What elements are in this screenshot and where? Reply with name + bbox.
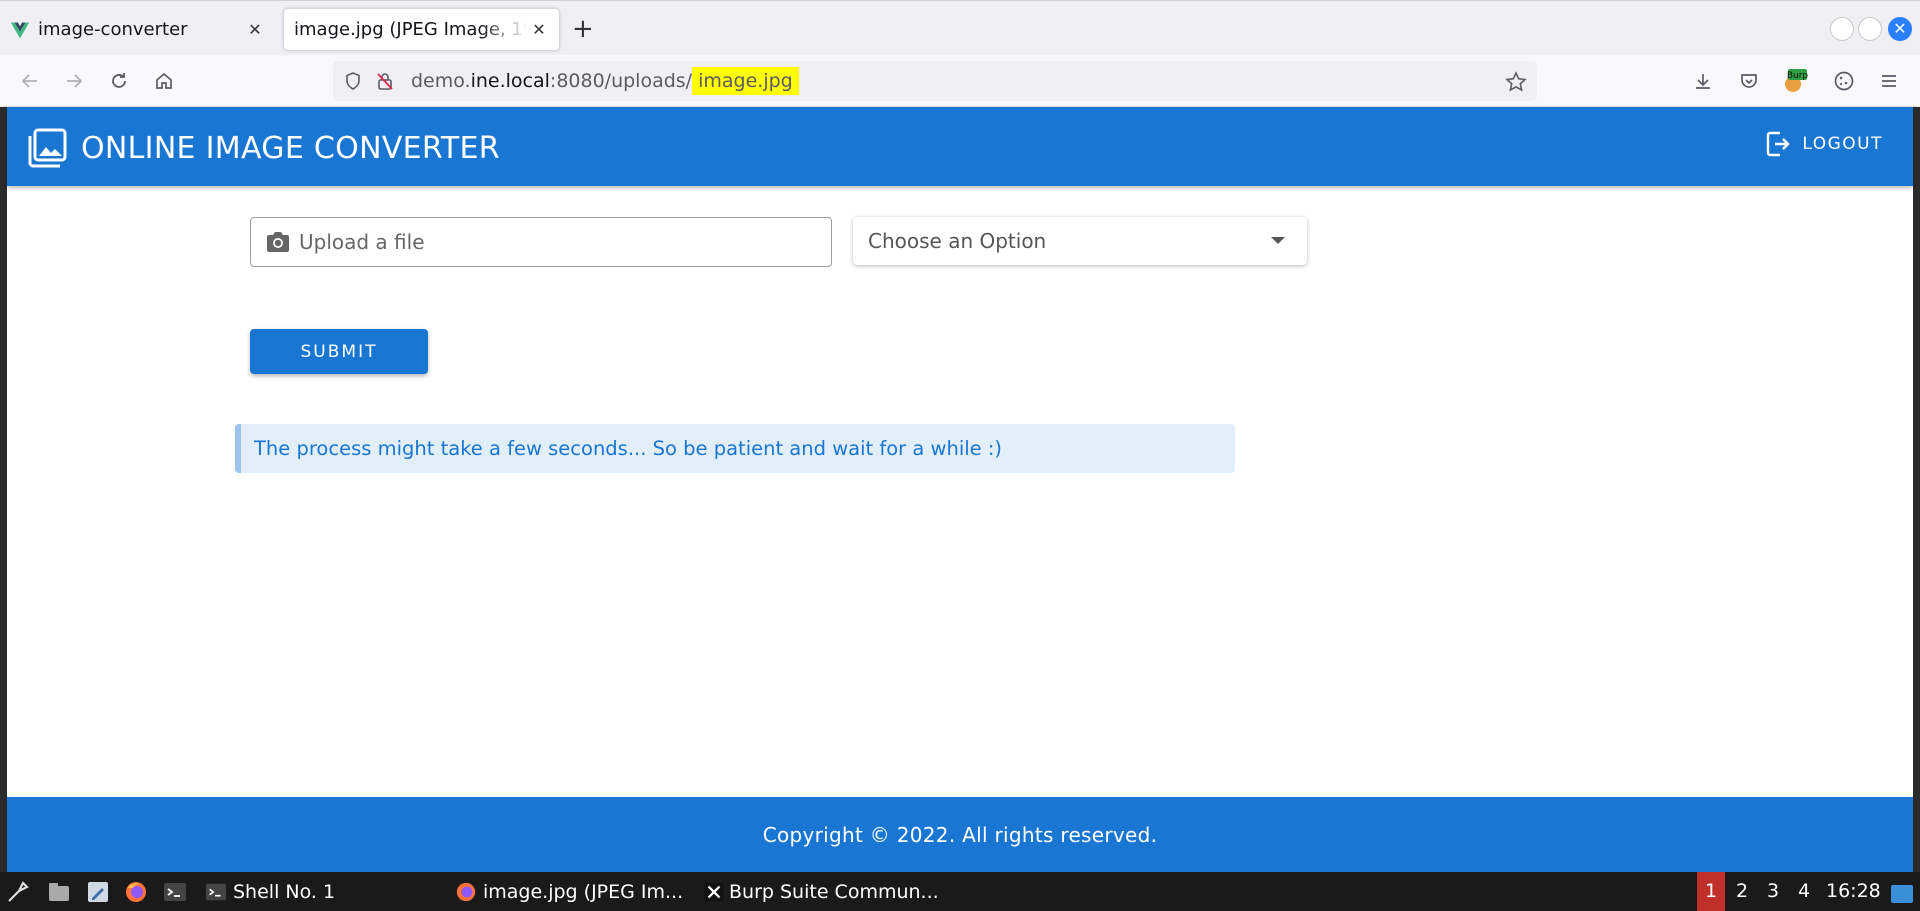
tab-close-icon[interactable]: ✕: [243, 20, 267, 39]
footer-copyright: Copyright © 2022. All rights reserved.: [762, 822, 1158, 847]
taskbar-window-label: image.jpg (JPEG Im...: [483, 880, 684, 903]
notification-icon[interactable]: [1890, 882, 1914, 906]
os-taskbar: Shell No. 1 image.jpg (JPEG Im... Burp S…: [0, 872, 1920, 911]
pocket-button[interactable]: [1733, 65, 1765, 97]
taskbar-window-shell[interactable]: Shell No. 1: [205, 872, 335, 911]
bookmark-star-icon[interactable]: [1505, 71, 1527, 93]
file-upload-input[interactable]: Upload a file: [250, 217, 832, 267]
workspace-3[interactable]: 3: [1759, 872, 1787, 911]
tab-label: image.jpg (JPEG Image, 1920 × 1080 pixel…: [294, 19, 527, 40]
hamburger-menu-icon: [1882, 75, 1896, 87]
burp-suite-icon: [704, 882, 724, 901]
tab-image-converter[interactable]: image-converter ✕: [0, 8, 275, 51]
url-file: image.jpg: [692, 67, 799, 95]
app-brand: ONLINE IMAGE CONVERTER: [27, 128, 500, 168]
arrow-right-icon: [67, 74, 83, 88]
menu-button[interactable]: [1873, 65, 1905, 97]
burp-badge-text: Burp: [1787, 71, 1808, 81]
taskbar-window-burp[interactable]: Burp Suite Commun...: [703, 872, 939, 911]
page-content: ONLINE IMAGE CONVERTER LOGOUT Upload a f…: [7, 107, 1913, 797]
terminal-icon: [205, 883, 227, 900]
app-bar: ONLINE IMAGE CONVERTER LOGOUT: [7, 107, 1913, 186]
browser-tab-bar: image-converter ✕ image.jpg (JPEG Image,…: [0, 0, 1920, 55]
url-bar[interactable]: demo.ine.local:8080/uploads/image.jpg: [333, 61, 1537, 101]
logout-label: LOGOUT: [1802, 134, 1883, 154]
kali-menu-icon[interactable]: [6, 880, 30, 904]
pocket-icon: [1741, 74, 1757, 88]
downloads-button[interactable]: [1687, 65, 1719, 97]
taskbar-window-firefox[interactable]: image.jpg (JPEG Im...: [455, 872, 683, 911]
new-tab-button[interactable]: +: [572, 14, 594, 44]
format-select[interactable]: Choose an Option: [853, 217, 1307, 265]
url-text: demo.ine.local:8080/uploads/image.jpg: [411, 67, 799, 95]
workspace-1[interactable]: 1: [1697, 872, 1725, 911]
reload-button[interactable]: [103, 65, 135, 97]
taskbar-window-label: Burp Suite Commun...: [729, 880, 939, 903]
home-button[interactable]: [148, 65, 180, 97]
tab-image-jpg[interactable]: image.jpg (JPEG Image, 1920 × 1080 pixel…: [283, 8, 560, 51]
reload-icon: [112, 73, 126, 88]
camera-icon: [267, 232, 289, 252]
firefox-icon[interactable]: [124, 880, 148, 904]
app-title: ONLINE IMAGE CONVERTER: [81, 130, 500, 166]
url-host: ine.local: [470, 70, 550, 92]
workspace-4[interactable]: 4: [1790, 872, 1818, 911]
browser-nav-bar: demo.ine.local:8080/uploads/image.jpg Bu…: [0, 55, 1920, 107]
dropdown-caret-icon: [1271, 237, 1285, 244]
shield-icon: [346, 72, 360, 90]
url-prefix: demo.: [411, 70, 471, 92]
arrow-left-icon: [21, 74, 37, 88]
forward-button[interactable]: [58, 65, 90, 97]
submit-button[interactable]: SUBMIT: [250, 329, 428, 374]
cookie-icon: [1834, 71, 1854, 91]
text-editor-icon[interactable]: [86, 880, 110, 904]
terminal-icon[interactable]: [163, 880, 187, 904]
insecure-lock-icon: [377, 73, 393, 90]
file-upload-placeholder: Upload a file: [299, 230, 425, 254]
info-alert-message: The process might take a few seconds... …: [254, 437, 1003, 460]
taskbar-clock: 16:28: [1826, 880, 1881, 902]
minimize-button[interactable]: [1830, 17, 1854, 41]
logout-button[interactable]: LOGOUT: [1766, 131, 1883, 157]
file-manager-icon[interactable]: [47, 880, 71, 904]
vue-logo-icon: [10, 22, 30, 38]
tab-close-icon[interactable]: ✕: [527, 20, 551, 39]
tab-label: image-converter: [38, 19, 188, 40]
cookie-extension-button[interactable]: [1828, 65, 1860, 97]
format-select-placeholder: Choose an Option: [868, 229, 1047, 253]
home-icon: [156, 72, 172, 89]
download-icon: [1696, 74, 1710, 89]
image-library-icon: [28, 128, 67, 168]
url-path: :8080/uploads/: [549, 70, 693, 92]
logout-icon: [1767, 131, 1791, 157]
burp-extension-icon: Burp: [1785, 69, 1808, 92]
window-close-button[interactable]: ✕: [1888, 17, 1912, 41]
firefox-icon: [456, 882, 476, 901]
taskbar-window-label: Shell No. 1: [233, 880, 336, 903]
back-button[interactable]: [14, 65, 46, 97]
maximize-button[interactable]: [1858, 17, 1882, 41]
burp-extension-button[interactable]: Burp: [1779, 65, 1811, 97]
info-alert: The process might take a few seconds... …: [235, 424, 1235, 473]
workspace-2[interactable]: 2: [1728, 872, 1756, 911]
page-footer: Copyright © 2022. All rights reserved.: [7, 797, 1913, 872]
